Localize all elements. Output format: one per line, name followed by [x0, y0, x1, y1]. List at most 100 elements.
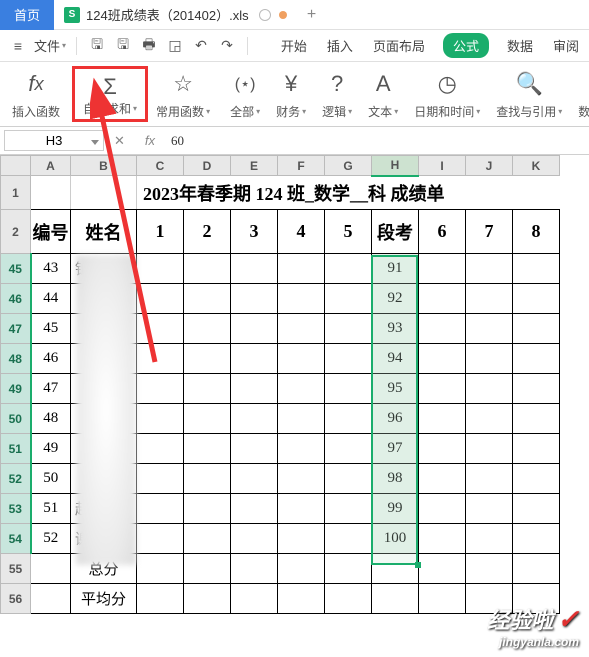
h-cell: 95	[372, 374, 419, 404]
name-box[interactable]: H3	[4, 130, 104, 151]
header-cell: 姓名	[71, 210, 137, 254]
datetime-button[interactable]: ◷ 日期和时间▾	[406, 66, 488, 122]
header-cell: 1	[137, 210, 184, 254]
unsaved-dot-icon	[279, 11, 287, 19]
formula-bar: H3 ✕ fx 60	[0, 127, 589, 155]
common-functions-button[interactable]: ☆ 常用函数▾	[148, 66, 218, 122]
col-head[interactable]: F	[278, 156, 325, 176]
col-head[interactable]: A	[31, 156, 71, 176]
row-head[interactable]: 56	[1, 584, 31, 614]
id-cell: 51	[31, 494, 71, 524]
sheet-area[interactable]: A B C D E F G H I J K 1 2023年春季期 124 班_数…	[0, 155, 589, 614]
math-button[interactable]: ⊞ 数学和三	[570, 66, 589, 122]
header-cell: 8	[513, 210, 560, 254]
header-cell: 3	[231, 210, 278, 254]
h-cell: 99	[372, 494, 419, 524]
col-head[interactable]: G	[325, 156, 372, 176]
doc-title: 124班成绩表（201402）.xls	[86, 5, 249, 24]
select-all-corner[interactable]	[1, 156, 31, 176]
undo-icon[interactable]: ↶	[191, 36, 211, 56]
search-icon: 🔍	[516, 70, 543, 98]
id-cell: 45	[31, 314, 71, 344]
tab-layout[interactable]: 页面布局	[371, 34, 427, 57]
id-cell: 46	[31, 344, 71, 374]
h-cell: 98	[372, 464, 419, 494]
print-preview-icon[interactable]: ◲	[165, 36, 185, 56]
row-head[interactable]: 49	[1, 374, 31, 404]
globe-icon: (⋆)	[235, 70, 256, 98]
currency-icon: ¥	[285, 70, 297, 98]
col-head[interactable]: I	[419, 156, 466, 176]
question-icon: ?	[331, 70, 343, 98]
row-head[interactable]: 46	[1, 284, 31, 314]
header-cell: 编号	[31, 210, 71, 254]
tab-start[interactable]: 开始	[279, 34, 309, 57]
row-head[interactable]: 53	[1, 494, 31, 524]
avg-row: 56 平均分	[1, 584, 560, 614]
fx-icon[interactable]: fx	[145, 133, 155, 148]
row-head[interactable]: 48	[1, 344, 31, 374]
hamburger-icon[interactable]: ≡	[8, 36, 28, 56]
formula-input[interactable]: 60	[165, 133, 585, 149]
tab-insert[interactable]: 插入	[325, 34, 355, 57]
close-tab-icon[interactable]	[259, 9, 271, 21]
fx-icon: fx	[28, 70, 43, 98]
sheet-title: 2023年春季期 124 班_数学__科 成绩单	[137, 176, 560, 210]
row-head[interactable]: 2	[1, 210, 31, 254]
id-cell: 44	[31, 284, 71, 314]
id-cell: 48	[31, 404, 71, 434]
row-head[interactable]: 50	[1, 404, 31, 434]
row-head[interactable]: 54	[1, 524, 31, 554]
header-cell: 4	[278, 210, 325, 254]
id-cell: 50	[31, 464, 71, 494]
header-row: 2 编号 姓名 1 2 3 4 5 段考 6 7 8	[1, 210, 560, 254]
clock-icon: ◷	[438, 70, 457, 98]
row-head[interactable]: 47	[1, 314, 31, 344]
new-tab-button[interactable]: +	[297, 6, 327, 24]
logic-button[interactable]: ? 逻辑▾	[314, 66, 360, 122]
document-tab[interactable]: S 124班成绩表（201402）.xls	[54, 0, 297, 30]
tab-data[interactable]: 数据	[505, 34, 535, 57]
col-head[interactable]: H	[372, 156, 419, 176]
col-head[interactable]: D	[184, 156, 231, 176]
row-head[interactable]: 45	[1, 254, 31, 284]
blur-overlay	[76, 255, 136, 565]
row-head[interactable]: 1	[1, 176, 31, 210]
file-menu[interactable]: 文件▾	[34, 36, 66, 55]
header-cell: 6	[419, 210, 466, 254]
id-cell: 49	[31, 434, 71, 464]
redo-icon[interactable]: ↷	[217, 36, 237, 56]
col-head[interactable]: B	[71, 156, 137, 176]
tab-formula[interactable]: 公式	[443, 33, 489, 58]
row-head[interactable]: 51	[1, 434, 31, 464]
col-head[interactable]: K	[513, 156, 560, 176]
id-cell: 52	[31, 524, 71, 554]
text-button[interactable]: A 文本▾	[360, 66, 406, 122]
check-icon: ✓	[557, 604, 579, 635]
header-cell: 2	[184, 210, 231, 254]
print-icon[interactable]: 🖶	[139, 36, 159, 56]
col-head[interactable]: E	[231, 156, 278, 176]
save-icon[interactable]: 🖫	[87, 36, 107, 56]
avg-label: 平均分	[71, 584, 137, 614]
h-cell: 97	[372, 434, 419, 464]
header-cell: 5	[325, 210, 372, 254]
id-cell: 47	[31, 374, 71, 404]
col-head[interactable]: J	[466, 156, 513, 176]
col-head[interactable]: C	[137, 156, 184, 176]
cancel-icon[interactable]: ✕	[114, 133, 125, 149]
tab-review[interactable]: 审阅	[551, 34, 581, 57]
header-cell: 段考	[372, 210, 419, 254]
star-icon: ☆	[173, 70, 193, 98]
autosum-button[interactable]: Σ 自动求和▾	[72, 66, 148, 122]
home-tab[interactable]: 首页	[0, 0, 54, 30]
all-functions-button[interactable]: (⋆) 全部▾	[222, 66, 268, 122]
save-as-icon[interactable]: 🖫	[113, 36, 133, 56]
sigma-icon: Σ	[103, 73, 117, 100]
lookup-button[interactable]: 🔍 查找与引用▾	[488, 66, 570, 122]
finance-button[interactable]: ¥ 财务▾	[268, 66, 314, 122]
insert-function-button[interactable]: fx 插入函数	[4, 66, 68, 122]
row-head[interactable]: 55	[1, 554, 31, 584]
row-head[interactable]: 52	[1, 464, 31, 494]
h-cell: 92	[372, 284, 419, 314]
